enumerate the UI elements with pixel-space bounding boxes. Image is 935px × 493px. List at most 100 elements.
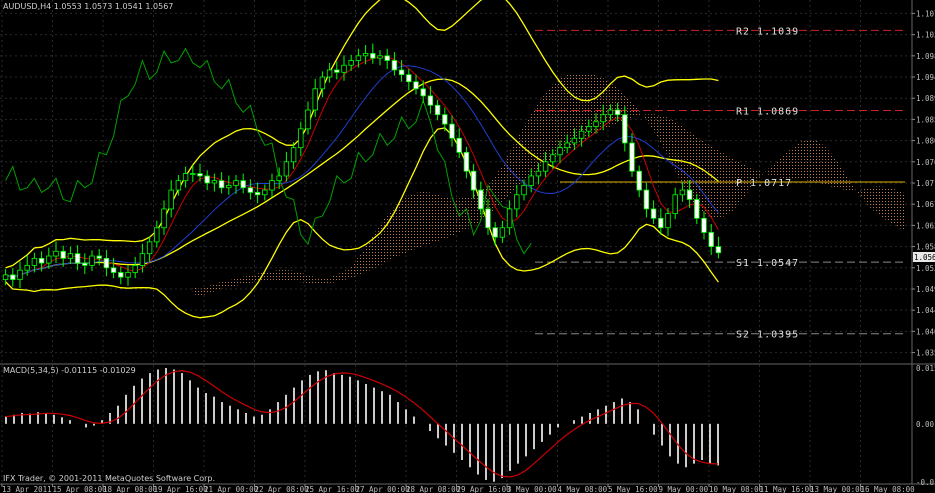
time-tick-label: 25 Apr 16:00: [305, 485, 360, 493]
macd-tick-label: -0.01607: [916, 478, 935, 487]
pivot-label-s1: S1 1.0547: [736, 258, 799, 269]
candle-body: [456, 137, 462, 153]
trading-chart[interactable]: R2 1.1039 R1 1.0869 P 1.0717 S1 1.0547 S2 1.…: [0, 0, 935, 493]
pivot-label-s2: S2 1.0395: [736, 330, 799, 341]
candle-body: [103, 257, 110, 269]
price-tick-label: 1.0850: [916, 115, 935, 124]
candle-body: [708, 232, 714, 247]
price-tick-label: 1.0940: [916, 73, 935, 82]
candle-body: [319, 76, 326, 90]
price-tick-label: 1.0985: [916, 52, 935, 61]
candle-body: [168, 189, 174, 210]
macd-label: MACD(5,34,5) -0.01115 -0.01029: [3, 366, 136, 375]
candle-body: [643, 189, 650, 210]
candle-body: [118, 272, 124, 278]
time-tick-label: 10 May 08:00: [709, 485, 764, 493]
candle-body: [442, 114, 448, 125]
pivot-label-r1: R1 1.0869: [736, 106, 799, 117]
price-tick-label: 1.1030: [916, 31, 935, 40]
candle-body: [355, 55, 362, 61]
candle-body: [24, 265, 30, 271]
candle-body: [586, 126, 592, 132]
candle-body: [463, 151, 470, 172]
candle-body: [190, 173, 196, 175]
price-tick-label: 1.0715: [916, 179, 935, 188]
candle-body: [226, 184, 232, 189]
candle-body: [240, 180, 246, 189]
price-tick-label: 1.0535: [916, 264, 935, 273]
candle-body: [499, 227, 506, 238]
time-tick-label: 29 Apr 16:00: [457, 485, 512, 493]
candle-body: [175, 180, 182, 191]
time-tick-label: 13 Apr 2011: [2, 485, 52, 493]
candle-body: [10, 274, 16, 280]
candle-body: [17, 269, 23, 280]
candle-body: [211, 180, 218, 184]
price-tick-label: 1.0400: [916, 327, 935, 336]
time-tick-label: 28 Apr 08:00: [406, 485, 461, 493]
time-tick-label: 9 May 00:00: [659, 485, 709, 493]
price-tick-label: 1.0445: [916, 306, 935, 315]
candle-body: [420, 88, 426, 97]
candle-body: [650, 208, 657, 219]
symbol-header: AUDUSD,H4 1.0553 1.0573 1.0541 1.0567: [3, 2, 173, 11]
time-tick-label: 5 May 16:00: [608, 485, 658, 493]
candle-body: [600, 114, 606, 123]
time-tick-label: 13 May 00:00: [810, 485, 865, 493]
candle-body: [276, 175, 282, 182]
candle-body: [715, 246, 722, 254]
candle-body: [362, 53, 369, 57]
candle-body: [506, 208, 513, 229]
candle-body: [701, 217, 707, 233]
candle-body: [492, 227, 498, 238]
candle-body: [578, 130, 585, 139]
candle-body: [341, 64, 347, 73]
candle-body: [125, 272, 131, 278]
candle-body: [139, 253, 146, 266]
candle-body: [557, 147, 563, 156]
candle-body: [686, 189, 693, 200]
price-tick-label: 1.1075: [916, 9, 935, 18]
candle-body: [82, 262, 88, 266]
candle-body: [550, 154, 556, 163]
candle-body: [290, 147, 297, 163]
candle-body: [434, 104, 441, 116]
candle-body: [110, 267, 117, 273]
time-tick-label: 18 Apr 08:00: [103, 485, 158, 493]
candle-body: [679, 189, 686, 196]
time-tick-label: 21 Apr 00:00: [204, 485, 259, 493]
candle-body: [377, 55, 383, 59]
candle-body: [384, 55, 390, 61]
candle-body: [398, 69, 405, 76]
price-tick-label: 1.0805: [916, 137, 935, 146]
time-tick-label: 3 May 00:00: [507, 485, 557, 493]
candle-body: [2, 274, 9, 280]
candle-body: [535, 170, 542, 177]
price-tick-label: 1.0760: [916, 158, 935, 167]
candle-body: [348, 60, 354, 66]
candle-body: [564, 142, 570, 149]
candle-body: [146, 241, 153, 255]
time-tick-label: 22 Apr 08:00: [255, 485, 310, 493]
candle-body: [96, 255, 102, 259]
candle-body: [38, 257, 45, 264]
candle-body: [247, 187, 254, 193]
candle-body: [154, 227, 160, 243]
candle-body: [658, 217, 664, 229]
candle-body: [233, 180, 239, 186]
candle-body: [60, 250, 66, 259]
candle-body: [89, 255, 95, 266]
candle-body: [672, 194, 678, 215]
candle-body: [593, 121, 599, 127]
price-tick-label: 1.0670: [916, 200, 935, 209]
candle-body: [254, 192, 261, 196]
price-tick-label: 1.0580: [916, 243, 935, 252]
candle-body: [629, 142, 635, 172]
pivot-label-p: P 1.0717: [736, 178, 792, 189]
price-tick-label: 1.0490: [916, 285, 935, 294]
candle-body: [204, 175, 210, 184]
candle-body: [449, 123, 455, 139]
candle-body: [694, 199, 700, 219]
candle-body: [262, 189, 268, 196]
candle-body: [470, 170, 477, 191]
